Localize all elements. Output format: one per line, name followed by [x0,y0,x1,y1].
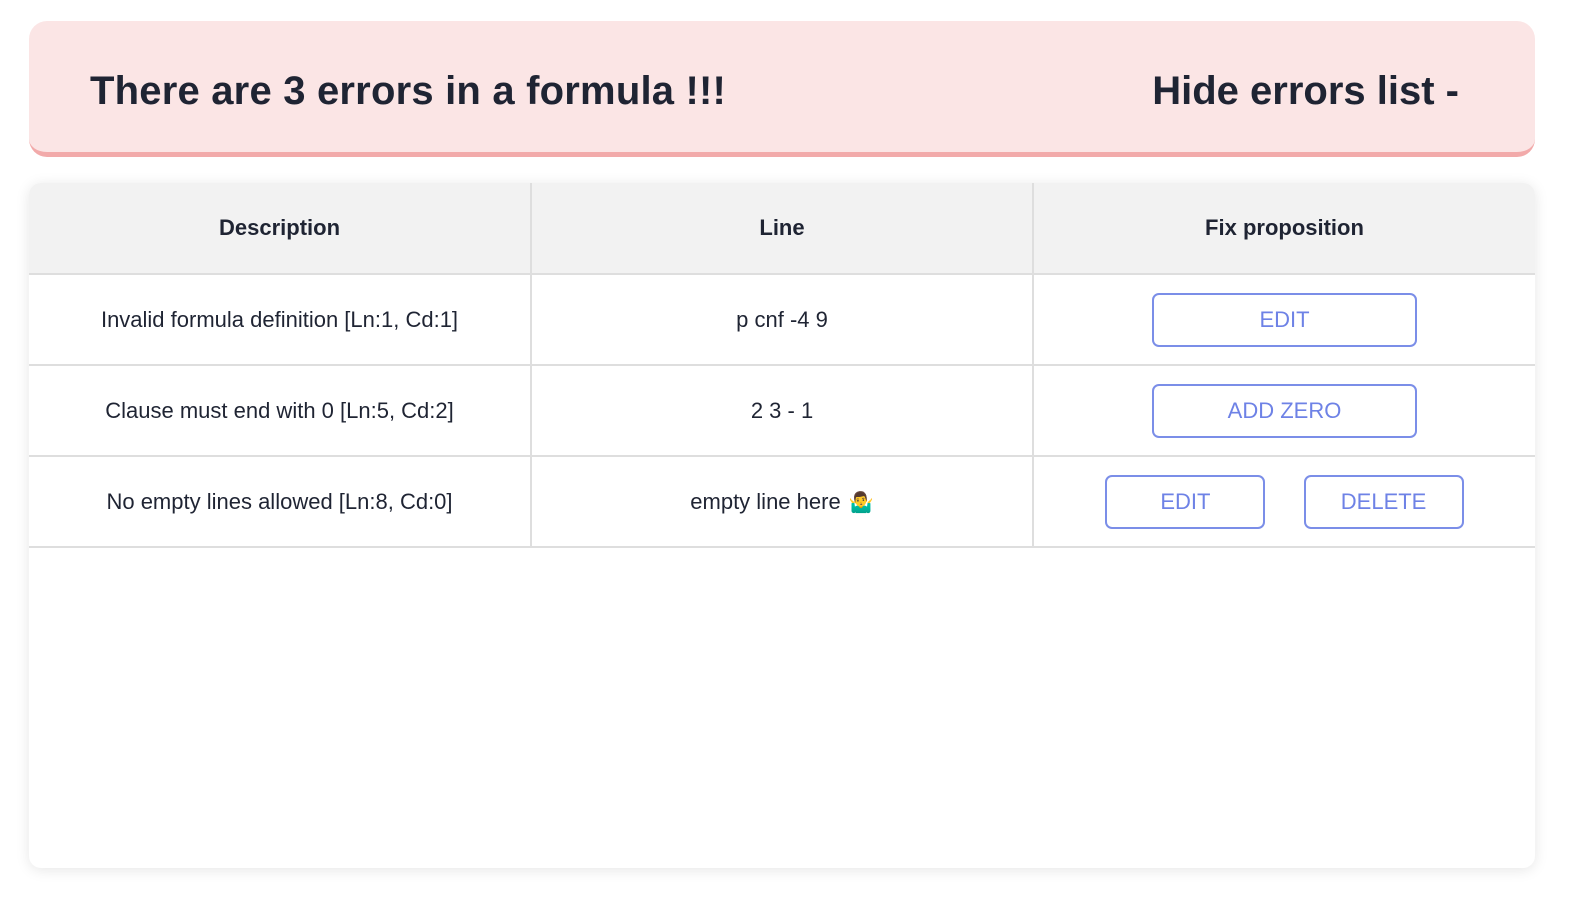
error-line-cell: empty line here 🤷‍♂️ [531,456,1034,548]
fix-proposition-cell: EDIT DELETE [1033,456,1535,548]
fix-proposition-cell: ADD ZERO [1033,365,1535,457]
table-row: Invalid formula definition [Ln:1, Cd:1] … [29,274,1535,366]
delete-button[interactable]: DELETE [1303,474,1464,529]
column-header-line: Line [531,183,1034,275]
table-row: No empty lines allowed [Ln:8, Cd:0] empt… [29,456,1535,548]
error-count-title: There are 3 errors in a formula !!! [90,69,727,113]
table-header-row: Description Line Fix proposition [29,183,1535,275]
edit-button[interactable]: EDIT [1152,292,1417,347]
error-description: No empty lines allowed [Ln:8, Cd:0] [29,456,532,548]
hide-errors-toggle[interactable]: Hide errors list - [1152,69,1459,114]
error-description: Invalid formula definition [Ln:1, Cd:1] [29,274,532,366]
error-line: empty line here [690,488,841,514]
column-header-description: Description [29,183,532,275]
fix-proposition-cell: EDIT [1033,274,1535,366]
add-zero-button[interactable]: ADD ZERO [1152,383,1417,438]
column-header-fix-proposition: Fix proposition [1033,183,1535,275]
errors-table: Description Line Fix proposition Invalid… [29,183,1535,548]
person-shrugging-icon: 🤷‍♂️ [848,491,874,514]
errors-table-card: Description Line Fix proposition Invalid… [29,183,1535,868]
error-line: 2 3 - 1 [531,365,1034,457]
error-description: Clause must end with 0 [Ln:5, Cd:2] [29,365,532,457]
error-banner: There are 3 errors in a formula !!! Hide… [29,21,1535,157]
table-row: Clause must end with 0 [Ln:5, Cd:2] 2 3 … [29,365,1535,457]
error-line: p cnf -4 9 [531,274,1034,366]
edit-button[interactable]: EDIT [1105,474,1266,529]
